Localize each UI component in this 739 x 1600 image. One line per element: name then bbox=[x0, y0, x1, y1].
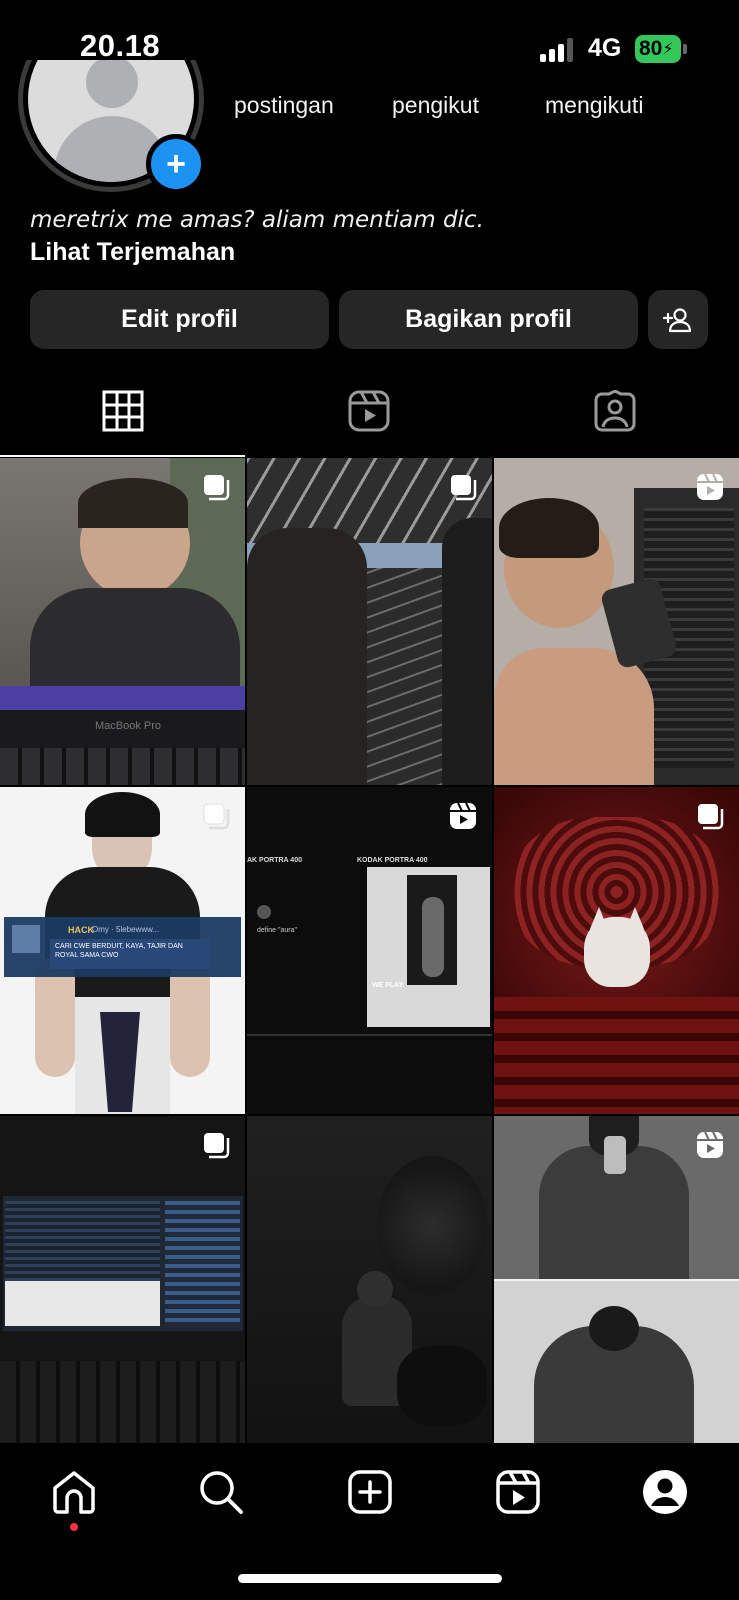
hack-name: HACK bbox=[68, 925, 94, 935]
carousel-icon bbox=[204, 475, 230, 501]
tagged-icon bbox=[594, 389, 636, 432]
tweet-text: define "aura" bbox=[257, 927, 297, 934]
add-story-button[interactable]: + bbox=[146, 134, 206, 194]
posts-label[interactable]: postingan bbox=[234, 92, 334, 119]
active-tab-indicator bbox=[0, 455, 245, 457]
post-thumbnail[interactable] bbox=[494, 787, 739, 1114]
reels-icon bbox=[496, 1470, 540, 1514]
reels-icon bbox=[348, 390, 390, 432]
post-thumbnail[interactable] bbox=[494, 458, 739, 785]
nav-reels[interactable] bbox=[494, 1468, 542, 1516]
reel-icon bbox=[450, 802, 476, 829]
notification-dot bbox=[70, 1523, 78, 1531]
profile-bio: meretrix me amas? aliam mentiam dic. bbox=[30, 207, 484, 233]
post-thumbnail[interactable] bbox=[247, 458, 492, 785]
create-post-icon bbox=[348, 1470, 392, 1514]
profile-icon bbox=[643, 1470, 687, 1514]
home-indicator bbox=[238, 1574, 502, 1583]
nav-create[interactable] bbox=[346, 1468, 394, 1516]
posts-grid: MacBook Pro HACK Omy · 5lebewww... CARI … bbox=[0, 458, 739, 1443]
kodak-left-label: AK PORTRA 400 bbox=[247, 857, 302, 864]
nav-home[interactable] bbox=[50, 1468, 98, 1516]
post-thumbnail[interactable] bbox=[247, 1116, 492, 1443]
carousel-icon bbox=[698, 804, 724, 830]
signal-strength-icon bbox=[540, 38, 578, 62]
hack-message: CARI CWE BERDUIT, KAYA, TAJIR DAN ROYAL … bbox=[55, 943, 183, 959]
post-thumbnail[interactable]: HACK Omy · 5lebewww... CARI CWE BERDUIT,… bbox=[0, 787, 245, 1114]
carousel-icon bbox=[203, 803, 230, 830]
post-thumbnail[interactable] bbox=[0, 1116, 245, 1443]
tab-tagged[interactable] bbox=[594, 389, 636, 432]
edit-profile-button[interactable]: Edit profil bbox=[30, 290, 329, 349]
post-thumbnail[interactable]: MacBook Pro bbox=[0, 458, 245, 785]
home-icon bbox=[53, 1471, 95, 1514]
followers-label[interactable]: pengikut bbox=[392, 92, 479, 119]
search-icon bbox=[200, 1471, 243, 1514]
network-type: 4G bbox=[588, 34, 622, 62]
add-person-icon bbox=[662, 307, 692, 332]
kodak-right-label: KODAK PORTRA 400 bbox=[357, 857, 428, 864]
macbook-label: MacBook Pro bbox=[95, 720, 162, 732]
hack-meta: Omy · 5lebewww... bbox=[92, 925, 160, 934]
post-thumbnail[interactable]: AK PORTRA 400 KODAK PORTRA 400 define "a… bbox=[247, 787, 492, 1114]
battery-level: 80 bbox=[639, 37, 663, 60]
discover-people-button[interactable] bbox=[648, 290, 708, 349]
nav-profile[interactable] bbox=[641, 1468, 689, 1516]
battery-tip bbox=[683, 44, 687, 54]
reel-icon bbox=[697, 473, 723, 500]
carousel-icon bbox=[451, 475, 477, 501]
nav-search[interactable] bbox=[197, 1468, 245, 1516]
following-label[interactable]: mengikuti bbox=[545, 92, 643, 119]
see-translation-link[interactable]: Lihat Terjemahan bbox=[30, 238, 235, 267]
status-time: 20.18 bbox=[80, 28, 161, 63]
tab-reels[interactable] bbox=[348, 390, 390, 432]
battery-icon: 80 ⚡ bbox=[635, 35, 681, 63]
tab-posts-grid[interactable] bbox=[102, 390, 144, 432]
carousel-icon bbox=[204, 1133, 230, 1159]
reel-icon bbox=[697, 1131, 723, 1158]
post-thumbnail[interactable] bbox=[494, 1116, 739, 1443]
grid-icon bbox=[102, 390, 144, 432]
share-profile-button[interactable]: Bagikan profil bbox=[339, 290, 638, 349]
tweet-watermark: WE PLAY bbox=[372, 982, 404, 989]
